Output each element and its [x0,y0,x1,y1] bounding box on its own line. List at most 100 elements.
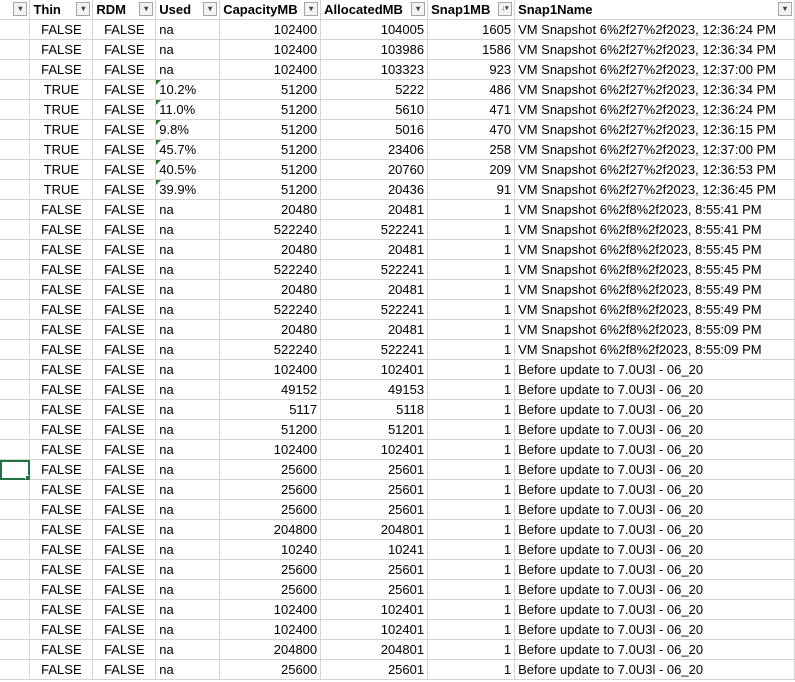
cell-capacitymb[interactable]: 204800 [219,639,322,660]
cell-snap1mb[interactable]: 1 [427,479,516,500]
cell-blank[interactable] [0,119,31,140]
cell-snap1mb[interactable]: 470 [427,119,516,140]
cell-snap1name[interactable]: Before update to 7.0U3l - 06_20 [514,559,795,580]
cell-snap1name[interactable]: VM Snapshot 6%2f27%2f2023, 12:36:24 PM [514,99,795,120]
cell-blank[interactable] [0,399,31,420]
cell-allocatedmb[interactable]: 104005 [320,19,429,40]
cell-snap1name[interactable]: VM Snapshot 6%2f8%2f2023, 8:55:41 PM [514,219,795,240]
cell-capacitymb[interactable]: 20480 [219,239,322,260]
cell-rdm[interactable]: FALSE [92,219,157,240]
cell-thin[interactable]: FALSE [29,639,94,660]
cell-snap1name[interactable]: Before update to 7.0U3l - 06_20 [514,639,795,660]
cell-thin[interactable]: FALSE [29,519,94,540]
cell-blank[interactable] [0,379,31,400]
cell-allocatedmb[interactable]: 25601 [320,559,429,580]
cell-capacitymb[interactable]: 10240 [219,539,322,560]
cell-thin[interactable]: FALSE [29,239,94,260]
cell-snap1mb[interactable]: 471 [427,99,516,120]
cell-blank[interactable] [0,339,31,360]
cell-snap1mb[interactable]: 1 [427,439,516,460]
cell-blank[interactable] [0,239,31,260]
cell-thin[interactable]: TRUE [29,139,94,160]
cell-capacitymb[interactable]: 49152 [219,379,322,400]
cell-capacitymb[interactable]: 204800 [219,519,322,540]
cell-blank[interactable] [0,59,31,80]
cell-thin[interactable]: FALSE [29,499,94,520]
cell-used[interactable]: na [155,39,221,60]
cell-snap1mb[interactable]: 1605 [427,19,516,40]
cell-allocatedmb[interactable]: 20481 [320,319,429,340]
cell-thin[interactable]: FALSE [29,579,94,600]
cell-allocatedmb[interactable]: 5118 [320,399,429,420]
cell-thin[interactable]: FALSE [29,219,94,240]
cell-snap1mb[interactable]: 1 [427,499,516,520]
cell-snap1mb[interactable]: 1 [427,199,516,220]
cell-capacitymb[interactable]: 5117 [219,399,322,420]
cell-capacitymb[interactable]: 25600 [219,459,322,480]
cell-capacitymb[interactable]: 522240 [219,219,322,240]
cell-capacitymb[interactable]: 20480 [219,279,322,300]
cell-blank[interactable] [0,19,31,40]
cell-used[interactable]: na [155,199,221,220]
cell-allocatedmb[interactable]: 25601 [320,659,429,680]
cell-capacitymb[interactable]: 51200 [219,79,322,100]
cell-used[interactable]: na [155,379,221,400]
cell-allocatedmb[interactable]: 522241 [320,259,429,280]
cell-blank[interactable] [0,259,31,280]
cell-used[interactable]: na [155,259,221,280]
cell-snap1name[interactable]: Before update to 7.0U3l - 06_20 [514,419,795,440]
cell-used[interactable]: na [155,419,221,440]
cell-capacitymb[interactable]: 51200 [219,159,322,180]
cell-blank[interactable] [0,659,31,680]
cell-rdm[interactable]: FALSE [92,379,157,400]
cell-thin[interactable]: FALSE [29,299,94,320]
cell-allocatedmb[interactable]: 20760 [320,159,429,180]
cell-snap1mb[interactable]: 486 [427,79,516,100]
column-header-used[interactable]: Used ▾ [155,0,221,20]
cell-blank[interactable] [0,459,31,480]
cell-snap1name[interactable]: Before update to 7.0U3l - 06_20 [514,599,795,620]
cell-capacitymb[interactable]: 20480 [219,199,322,220]
cell-snap1name[interactable]: VM Snapshot 6%2f27%2f2023, 12:36:15 PM [514,119,795,140]
cell-rdm[interactable]: FALSE [92,599,157,620]
cell-used[interactable]: 11.0% [155,99,221,120]
cell-snap1mb[interactable]: 209 [427,159,516,180]
cell-snap1name[interactable]: VM Snapshot 6%2f27%2f2023, 12:36:34 PM [514,79,795,100]
cell-allocatedmb[interactable]: 102401 [320,599,429,620]
cell-rdm[interactable]: FALSE [92,559,157,580]
cell-snap1mb[interactable]: 1 [427,399,516,420]
cell-snap1mb[interactable]: 1 [427,379,516,400]
cell-rdm[interactable]: FALSE [92,639,157,660]
cell-snap1mb[interactable]: 1 [427,419,516,440]
cell-snap1name[interactable]: VM Snapshot 6%2f27%2f2023, 12:37:00 PM [514,59,795,80]
cell-capacitymb[interactable]: 522240 [219,339,322,360]
cell-rdm[interactable]: FALSE [92,439,157,460]
cell-used[interactable]: na [155,59,221,80]
cell-capacitymb[interactable]: 51200 [219,179,322,200]
cell-capacitymb[interactable]: 20480 [219,319,322,340]
cell-blank[interactable] [0,299,31,320]
cell-snap1name[interactable]: Before update to 7.0U3l - 06_20 [514,439,795,460]
cell-used[interactable]: na [155,239,221,260]
cell-used[interactable]: 45.7% [155,139,221,160]
filter-dropdown-icon[interactable]: ▾ [203,2,218,16]
cell-rdm[interactable]: FALSE [92,539,157,560]
cell-blank[interactable] [0,179,31,200]
cell-allocatedmb[interactable]: 25601 [320,579,429,600]
cell-allocatedmb[interactable]: 204801 [320,639,429,660]
cell-thin[interactable]: FALSE [29,259,94,280]
cell-blank[interactable] [0,499,31,520]
cell-used[interactable]: na [155,639,221,660]
cell-snap1name[interactable]: Before update to 7.0U3l - 06_20 [514,479,795,500]
cell-capacitymb[interactable]: 25600 [219,479,322,500]
cell-rdm[interactable]: FALSE [92,259,157,280]
cell-capacitymb[interactable]: 51200 [219,99,322,120]
cell-snap1name[interactable]: VM Snapshot 6%2f8%2f2023, 8:55:41 PM [514,199,795,220]
cell-thin[interactable]: FALSE [29,599,94,620]
cell-used[interactable]: na [155,279,221,300]
cell-blank[interactable] [0,439,31,460]
cell-rdm[interactable]: FALSE [92,19,157,40]
cell-allocatedmb[interactable]: 522241 [320,339,429,360]
cell-used[interactable]: na [155,459,221,480]
cell-capacitymb[interactable]: 25600 [219,499,322,520]
